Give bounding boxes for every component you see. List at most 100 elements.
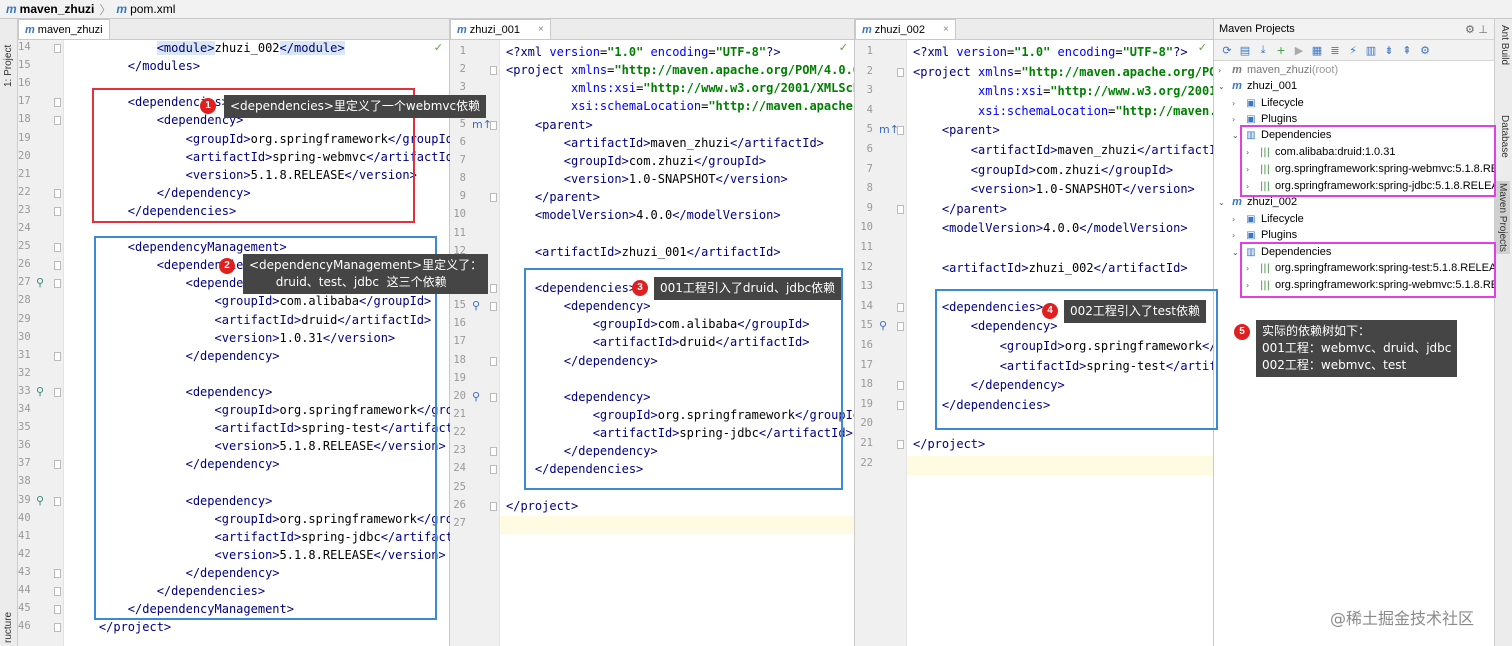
fold-marker[interactable]: [897, 440, 904, 449]
code-line[interactable]: <parent>: [913, 123, 1000, 137]
collapse-all-icon[interactable]: ⇟: [1380, 44, 1398, 57]
code-line[interactable]: <parent>: [506, 118, 593, 132]
fold-marker[interactable]: [897, 322, 904, 332]
fold-marker[interactable]: [54, 623, 61, 633]
fold-marker[interactable]: [54, 351, 61, 361]
maven-projects-tab[interactable]: Maven Projects: [1495, 181, 1510, 254]
code-line[interactable]: <artifactId>zhuzi_001</artifactId>: [506, 245, 781, 259]
fold-marker[interactable]: [54, 568, 61, 578]
fold-marker[interactable]: [54, 587, 61, 596]
fold-marker[interactable]: [54, 243, 61, 253]
overridden-icon[interactable]: ⚲: [879, 319, 887, 332]
show-deps-icon[interactable]: ▥: [1362, 44, 1380, 57]
tree-expand-icon[interactable]: ›: [1218, 66, 1230, 75]
toggle-offline-icon[interactable]: ≣: [1326, 44, 1344, 57]
fold-marker[interactable]: [490, 356, 497, 366]
fold-marker[interactable]: [490, 193, 497, 203]
editor-tab[interactable]: m maven_zhuzi: [18, 19, 110, 39]
code-line[interactable]: <project xmlns="http://maven.apache.org/…: [913, 65, 1213, 79]
fold-marker[interactable]: [54, 279, 61, 289]
code-line[interactable]: <version>1.0-SNAPSHOT</version>: [506, 172, 788, 186]
fold-marker[interactable]: [490, 501, 497, 511]
overridden-icon[interactable]: ⚲: [472, 390, 480, 403]
maven-tree-node[interactable]: › m maven_zhuzi (root): [1218, 62, 1338, 78]
fold-marker[interactable]: [54, 387, 61, 397]
code-line[interactable]: xmlns:xsi="http://www.w3.org/2001/XMLSch…: [506, 81, 854, 95]
maven-settings-icon[interactable]: ⚙ ⊥: [1465, 23, 1488, 36]
code-line[interactable]: <modelVersion>4.0.0</modelVersion>: [506, 208, 781, 222]
tree-expand-icon[interactable]: ⌄: [1218, 198, 1230, 207]
code-line[interactable]: xsi:schemaLocation="http://maven.apache.…: [506, 99, 854, 113]
expand-all-icon[interactable]: ⇞: [1398, 44, 1416, 57]
fold-marker[interactable]: [54, 98, 61, 108]
fold-marker[interactable]: [54, 261, 61, 271]
editor-tab[interactable]: m zhuzi_001 ×: [450, 19, 551, 39]
tree-expand-icon[interactable]: ›: [1232, 215, 1244, 224]
structure-tool-tab[interactable]: ructure: [3, 612, 14, 643]
fold-marker[interactable]: [897, 302, 904, 312]
maven-tree-node[interactable]: › ▣ Lifecycle: [1232, 211, 1304, 227]
maven-settings-tool-icon[interactable]: ⚙: [1416, 44, 1434, 57]
overridden-icon[interactable]: ⚲: [472, 299, 480, 312]
fold-marker[interactable]: [897, 400, 904, 410]
close-tab-icon[interactable]: ×: [538, 24, 544, 35]
fold-marker[interactable]: [54, 496, 61, 506]
code-line[interactable]: <groupId>com.zhuzi</groupId>: [506, 154, 766, 168]
inspection-ok-icon[interactable]: ✓: [434, 41, 443, 54]
maven-tree-node[interactable]: ⌄ m zhuzi_001: [1218, 78, 1297, 94]
skip-tests-icon[interactable]: ⚡: [1344, 44, 1362, 57]
add-project-icon[interactable]: +: [1272, 44, 1290, 57]
code-line[interactable]: </parent>: [913, 202, 1007, 216]
overridden-icon[interactable]: ⚲: [36, 494, 44, 507]
fold-marker[interactable]: [490, 66, 497, 76]
inspection-ok-icon[interactable]: ✓: [839, 41, 848, 54]
code-line[interactable]: <artifactId>maven_zhuzi</artifactId>: [506, 136, 824, 150]
overridden-icon[interactable]: ⚲: [36, 385, 44, 398]
fold-marker[interactable]: [897, 67, 904, 77]
tree-expand-icon[interactable]: ›: [1232, 99, 1244, 108]
editor-tab[interactable]: m zhuzi_002 ×: [855, 19, 956, 39]
code-line[interactable]: xmlns:xsi="http://www.w3.org/2001/XMLSch…: [913, 84, 1213, 98]
fold-marker[interactable]: [490, 465, 497, 475]
code-line[interactable]: <groupId>com.zhuzi</groupId>: [913, 163, 1173, 177]
fold-marker[interactable]: [490, 392, 497, 402]
code-line[interactable]: <version>1.0-SNAPSHOT</version>: [913, 182, 1195, 196]
code-line[interactable]: <module>zhuzi_002</module>: [70, 41, 345, 55]
fold-marker[interactable]: [54, 188, 61, 198]
fold-marker[interactable]: [490, 447, 497, 457]
run-icon[interactable]: ▶: [1290, 44, 1308, 57]
code-line[interactable]: <artifactId>zhuzi_002</artifactId>: [913, 261, 1188, 275]
code-line[interactable]: </project>: [913, 437, 985, 451]
overridden-icon[interactable]: ⚲: [36, 276, 44, 289]
code-line[interactable]: <?xml version="1.0" encoding="UTF-8"?>: [913, 45, 1188, 59]
code-line[interactable]: </parent>: [506, 190, 600, 204]
maven-tree-node[interactable]: › ▣ Lifecycle: [1232, 95, 1304, 111]
tree-expand-icon[interactable]: ⌄: [1218, 82, 1230, 91]
fold-marker[interactable]: [897, 204, 904, 214]
parent-pom-icon[interactable]: m↑: [879, 123, 899, 136]
tree-expand-icon[interactable]: ›: [1232, 231, 1244, 240]
database-tab[interactable]: Database: [1499, 115, 1510, 158]
fold-marker[interactable]: [54, 116, 61, 126]
fold-marker[interactable]: [54, 605, 61, 615]
fold-marker[interactable]: [54, 44, 61, 53]
code-line[interactable]: <project xmlns="http://maven.apache.org/…: [506, 63, 854, 77]
code-line[interactable]: <modelVersion>4.0.0</modelVersion>: [913, 221, 1188, 235]
tree-expand-icon[interactable]: ›: [1232, 115, 1244, 124]
ant-build-tab[interactable]: Ant Build: [1499, 25, 1510, 65]
code-line[interactable]: <artifactId>maven_zhuzi</artifactId>: [913, 143, 1213, 157]
close-tab-icon[interactable]: ×: [943, 24, 949, 35]
parent-pom-icon[interactable]: m↑: [472, 118, 492, 131]
project-tool-tab[interactable]: 1: Project: [3, 45, 14, 87]
breadcrumb-project[interactable]: maven_zhuzi: [20, 2, 95, 16]
fold-marker[interactable]: [897, 381, 904, 391]
reimport-icon[interactable]: ⟳: [1218, 44, 1236, 57]
code-line[interactable]: </modules>: [70, 59, 200, 73]
code-line[interactable]: </project>: [70, 620, 171, 634]
code-line[interactable]: <?xml version="1.0" encoding="UTF-8"?>: [506, 45, 781, 59]
maven-goal-icon[interactable]: ▦: [1308, 44, 1326, 57]
generate-sources-icon[interactable]: ▤: [1236, 44, 1254, 57]
code-line[interactable]: xsi:schemaLocation="http://maven.apache.…: [913, 104, 1213, 118]
download-icon[interactable]: ⤓: [1254, 43, 1272, 57]
inspection-ok-icon[interactable]: ✓: [1198, 41, 1207, 54]
